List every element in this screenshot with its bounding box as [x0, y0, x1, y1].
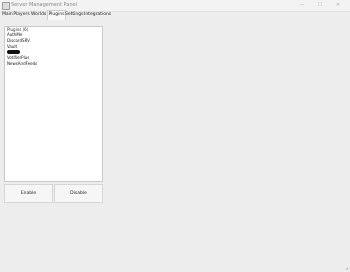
tab-worlds[interactable]: Worlds	[31, 11, 46, 19]
tab-settings[interactable]: Settings	[65, 11, 83, 19]
plugin-list: AuthMe DiscordSRV Vault VotifierPlus New…	[7, 32, 37, 67]
tab-plugins[interactable]: Plugins	[47, 10, 66, 20]
tab-integrations[interactable]: Integrations	[84, 11, 111, 19]
redaction-mark	[7, 50, 20, 55]
tab-bar: Main Players Worlds Plugins Settings Int…	[0, 10, 350, 20]
window-title: Server Management Panel	[11, 2, 78, 8]
tab-players[interactable]: Players	[13, 11, 30, 19]
app-icon	[2, 2, 10, 10]
plugins-list-panel: Plugins (6) AuthMe DiscordSRV Vault Voti…	[4, 26, 103, 182]
disable-button[interactable]: Disable	[54, 184, 103, 203]
tab-main[interactable]: Main	[2, 11, 13, 19]
resize-grip-icon[interactable]: ◢	[346, 267, 348, 270]
close-button[interactable]: ✕	[330, 1, 346, 10]
minimize-button[interactable]: —	[294, 1, 310, 10]
maximize-button[interactable]: ☐	[312, 1, 328, 10]
list-item[interactable]: NewsAndFeeds	[7, 61, 37, 67]
enable-button[interactable]: Enable	[4, 184, 53, 203]
